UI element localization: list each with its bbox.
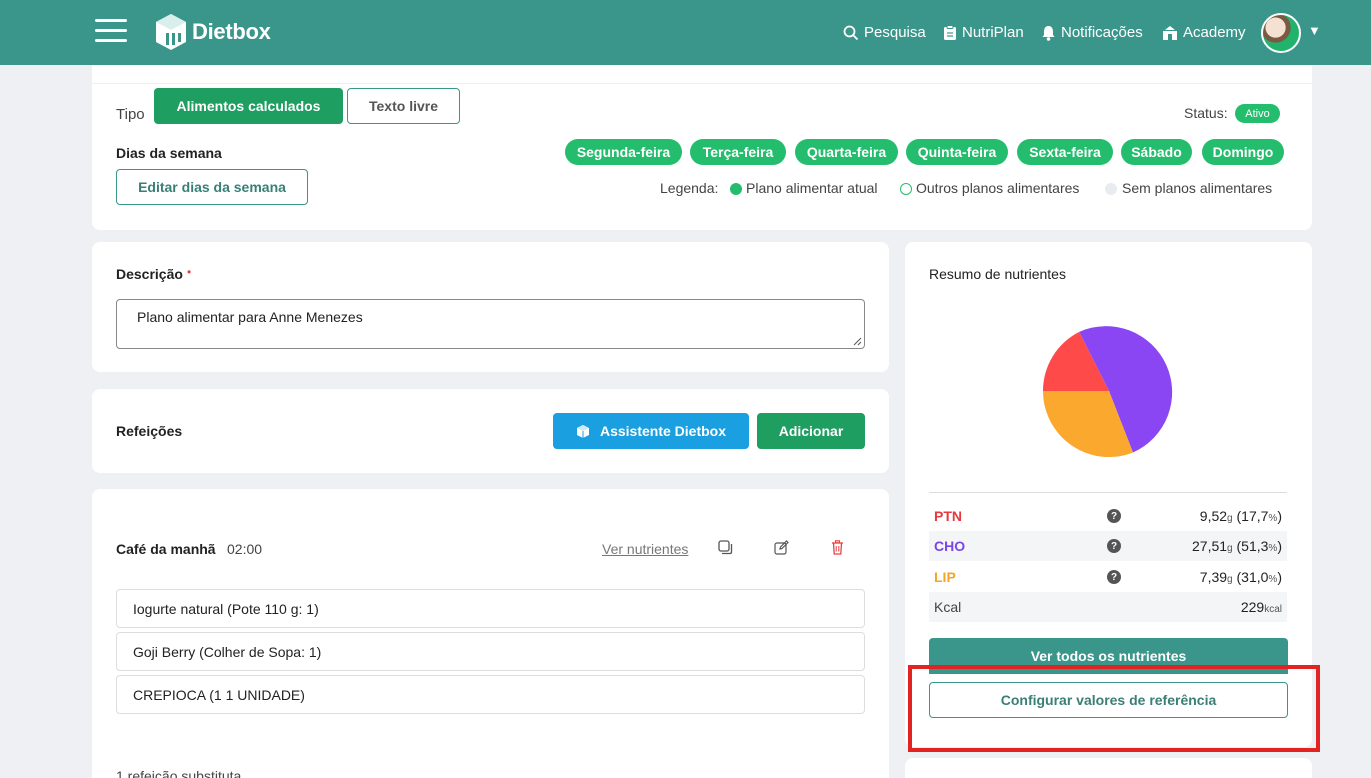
nutrient-value: 7,39g (31,0%) [1199,569,1282,585]
legend-none-label: Sem planos alimentares [1122,180,1273,196]
nutrient-value: 9,52g (17,7%) [1199,508,1282,524]
day-pill-quarta[interactable]: Quarta-feira [795,139,898,165]
cube-icon [576,424,589,438]
status-badge: Ativo [1235,104,1280,123]
legend-current-label: Plano alimentar atual [746,180,878,196]
description-value: Plano alimentar para Anne Menezes [137,309,363,325]
day-pill-terca[interactable]: Terça-feira [690,139,786,165]
nutrient-name: PTN [934,508,962,524]
assistant-button-label: Assistente Dietbox [599,423,727,439]
food-item-label: CREPIOCA (1 1 UNIDADE) [133,686,305,703]
day-pill-sexta[interactable]: Sexta-feira [1017,139,1113,165]
status-label: Status: [1184,105,1228,121]
top-navigation-bar: Dietbox Pesquisa NutriPlan Notificações … [0,0,1371,65]
macronutrient-pie-chart [1042,326,1173,458]
view-nutrients-link[interactable]: Ver nutrientes [602,541,688,557]
food-item-label: Iogurte natural (Pote 110 g: 1) [133,600,319,617]
dias-semana-label: Dias da semana [116,145,222,161]
legend-none-dot [1105,183,1117,195]
dietbox-logo[interactable]: Dietbox [154,12,271,52]
legend-other-label: Outros planos alimentares [916,180,1080,196]
bell-icon [1042,25,1055,41]
menu-icon[interactable] [95,19,127,43]
assistant-button[interactable]: Assistente Dietbox [553,413,749,449]
meals-label: Refeições [116,423,183,439]
add-meal-button[interactable]: Adicionar [757,413,865,449]
day-pill-sabado[interactable]: Sábado [1121,139,1192,165]
required-mark: • [187,265,192,279]
divider [92,83,1312,84]
trash-icon[interactable] [831,540,844,555]
configure-reference-values-button[interactable]: Configurar valores de referência [929,682,1288,718]
divider [929,492,1287,493]
food-item[interactable]: CREPIOCA (1 1 UNIDADE) [116,675,865,714]
tipo-label: Tipo [116,106,145,123]
nutrient-value: 27,51g (51,3%) [1192,538,1282,554]
tab-alimentos-calculados[interactable]: Alimentos calculados [154,88,343,124]
brand-name: Dietbox [192,19,271,44]
edit-days-button[interactable]: Editar dias da semana [116,169,308,205]
meal-name: Café da manhã [116,541,216,557]
food-item-label: Goji Berry (Colher de Sopa: 1) [133,643,322,660]
kcal-value: 229kcal [1240,599,1282,615]
kcal-label: Kcal [934,599,962,615]
user-avatar[interactable] [1261,13,1301,53]
copy-icon[interactable] [718,540,733,555]
nav-academy[interactable]: Academy [1162,0,1246,65]
dietbox-logo-icon [156,14,186,50]
description-textarea[interactable]: Plano alimentar para Anne Menezes [116,299,865,349]
food-item[interactable]: Goji Berry (Colher de Sopa: 1) [116,632,865,671]
secondary-card [905,758,1312,778]
chevron-down-icon[interactable]: ▼ [1308,23,1321,38]
nav-search[interactable]: Pesquisa [843,0,926,65]
description-label: Descrição [116,266,183,282]
tab-texto-livre[interactable]: Texto livre [347,88,460,124]
legend-current-dot [730,183,742,195]
resize-handle-icon[interactable] [852,336,862,346]
help-icon[interactable]: ? [1107,509,1121,523]
nav-nutriplan[interactable]: NutriPlan [943,0,1024,65]
nutrient-name: LIP [934,569,956,585]
day-pill-domingo[interactable]: Domingo [1202,139,1284,165]
nutrient-name: CHO [934,538,966,554]
academy-icon [1163,25,1177,40]
meal-time: 02:00 [227,541,263,557]
nav-search-label: Pesquisa [864,24,926,41]
day-pill-quinta[interactable]: Quinta-feira [906,139,1008,165]
day-pill-segunda[interactable]: Segunda-feira [565,139,682,165]
help-icon[interactable]: ? [1107,570,1121,584]
summary-title: Resumo de nutrientes [929,266,1066,282]
nav-nutriplan-label: NutriPlan [962,24,1024,41]
nav-notifications[interactable]: Notificações [1041,0,1143,65]
food-item[interactable]: Iogurte natural (Pote 110 g: 1) [116,589,865,628]
nav-academy-label: Academy [1183,24,1246,41]
legend-other-dot [900,183,912,195]
view-all-nutrients-button[interactable]: Ver todos os nutrientes [929,638,1288,674]
help-icon[interactable]: ? [1107,539,1121,553]
clipboard-icon [944,24,956,40]
nutrient-row-kcal: Kcal 229kcal [929,592,1287,622]
edit-icon[interactable] [774,540,789,555]
nav-notifications-label: Notificações [1061,24,1143,41]
legend-label: Legenda: [660,180,719,196]
substitute-meal-text: 1 refeição substituta [116,768,242,778]
search-icon [843,25,859,40]
